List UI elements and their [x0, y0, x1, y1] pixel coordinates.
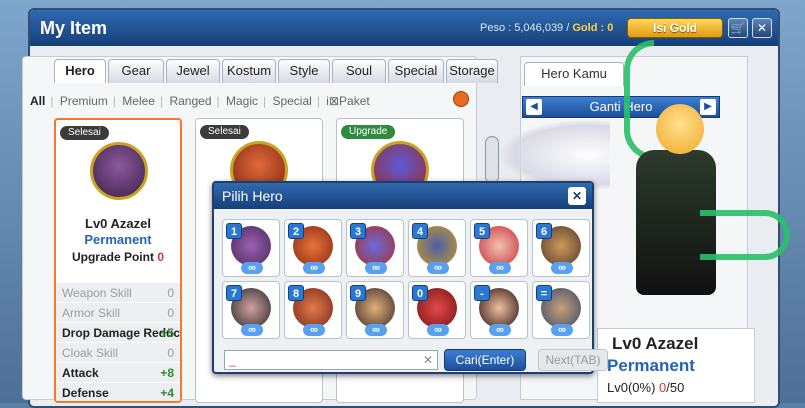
isi-gold-button[interactable]: Isi Gold	[627, 18, 723, 38]
hero-slot[interactable]: 2 ∞	[284, 219, 342, 277]
status-badge: Selesai	[200, 125, 249, 139]
window-titlebar: My Item Peso : 5,046,039 / Gold : 0 Isi …	[30, 10, 778, 46]
hero-head-art	[656, 104, 704, 154]
filter-paket[interactable]: i⊠Paket	[326, 94, 371, 108]
tab-gear[interactable]: Gear	[108, 59, 164, 83]
hero-slot[interactable]: - ∞	[470, 281, 528, 339]
filter-premium[interactable]: Premium	[60, 94, 108, 108]
currency-separator: /	[566, 22, 570, 34]
filter-special[interactable]: Special	[272, 94, 311, 108]
preview-hero-name: Lv0 Azazel	[612, 334, 699, 353]
hero-slot[interactable]: 0 ∞	[408, 281, 466, 339]
tab-storage[interactable]: Storage	[446, 59, 498, 83]
hero-slot[interactable]: 3 ∞	[346, 219, 404, 277]
tab-kostum[interactable]: Kostum	[222, 59, 276, 83]
pilih-hero-dialog: Pilih Hero ✕ 1 ∞ 2 ∞ 3 ∞ 4 ∞ 5 ∞ 6 ∞ 7 ∞ 8 ∞ 9 ∞ …	[212, 181, 608, 374]
peso-amount: Peso : 5,046,039	[480, 22, 564, 34]
gold-amount: Gold : 0	[572, 22, 614, 34]
hero-wing-art	[500, 120, 610, 190]
tab-hero-kamu[interactable]: Hero Kamu	[524, 62, 624, 86]
upgrade-point: Upgrade Point 0	[71, 250, 165, 264]
hero-slot[interactable]: 1 ∞	[222, 219, 280, 277]
skill-row: Weapon Skill 0	[56, 282, 180, 302]
scythe-art	[624, 40, 654, 160]
filter-bar: All | Premium | Melee | Ranged | Magic | Spec…	[30, 94, 371, 108]
filter-magic[interactable]: Magic	[226, 94, 258, 108]
hero-card[interactable]: Selesai Lv0 Azazel Permanent Upgrade Poi…	[54, 118, 182, 403]
hero-slot[interactable]: 8 ∞	[284, 281, 342, 339]
dialog-title: Pilih Hero	[222, 188, 283, 204]
skill-row: Drop Damage Reduction+5	[56, 322, 180, 342]
hero-portrait	[90, 142, 148, 200]
search-icon[interactable]	[453, 91, 469, 107]
status-badge: Upgrade	[341, 125, 396, 139]
tab-hero[interactable]: Hero	[54, 59, 106, 83]
hero-slot[interactable]: 6 ∞	[532, 219, 590, 277]
dialog-titlebar: Pilih Hero ✕	[214, 183, 592, 209]
cart-icon[interactable]: 🛒	[728, 18, 748, 38]
preview-hero-status: Permanent	[607, 356, 695, 375]
skill-row: Armor Skill 0	[56, 302, 180, 322]
window-title: My Item	[40, 18, 108, 38]
filter-all[interactable]: All	[30, 94, 45, 108]
skill-row: Defense +4	[56, 382, 180, 401]
hero-search-input[interactable]: _ ✕	[224, 350, 438, 370]
tab-soul[interactable]: Soul	[332, 59, 386, 83]
close-icon[interactable]: ✕	[568, 187, 586, 205]
next-hero-arrow-icon[interactable]: ▶	[700, 99, 716, 115]
tab-style[interactable]: Style	[278, 59, 330, 83]
hero-slot[interactable]: 7 ∞	[222, 281, 280, 339]
prev-hero-arrow-icon[interactable]: ◀	[526, 99, 542, 115]
hero-status: Permanent	[84, 232, 152, 247]
preview-hero-exp: Lv0(0%) 0/50	[607, 380, 685, 395]
hero-slot[interactable]: 4 ∞	[408, 219, 466, 277]
filter-melee[interactable]: Melee	[122, 94, 155, 108]
hero-name: Lv0 Azazel	[85, 216, 151, 231]
skill-row: Attack +8	[56, 362, 180, 382]
list-scrollbar[interactable]	[485, 136, 499, 184]
skill-row: Cloak Skill 0	[56, 342, 180, 362]
clear-icon[interactable]: ✕	[423, 351, 433, 369]
status-badge: Selesai	[60, 126, 109, 140]
close-icon[interactable]: ✕	[752, 18, 772, 38]
hero-slot[interactable]: 5 ∞	[470, 219, 528, 277]
tab-special[interactable]: Special	[388, 59, 444, 83]
next-button[interactable]: Next(TAB)	[538, 349, 608, 371]
scythe-blade-art	[700, 210, 790, 260]
filter-ranged[interactable]: Ranged	[169, 94, 211, 108]
hero-slot[interactable]: 9 ∞	[346, 281, 404, 339]
cari-button[interactable]: Cari(Enter)	[444, 349, 526, 371]
tab-jewel[interactable]: Jewel	[166, 59, 220, 83]
hero-slot[interactable]: = ∞	[532, 281, 590, 339]
currency-display: Peso : 5,046,039 / Gold : 0	[480, 22, 613, 34]
